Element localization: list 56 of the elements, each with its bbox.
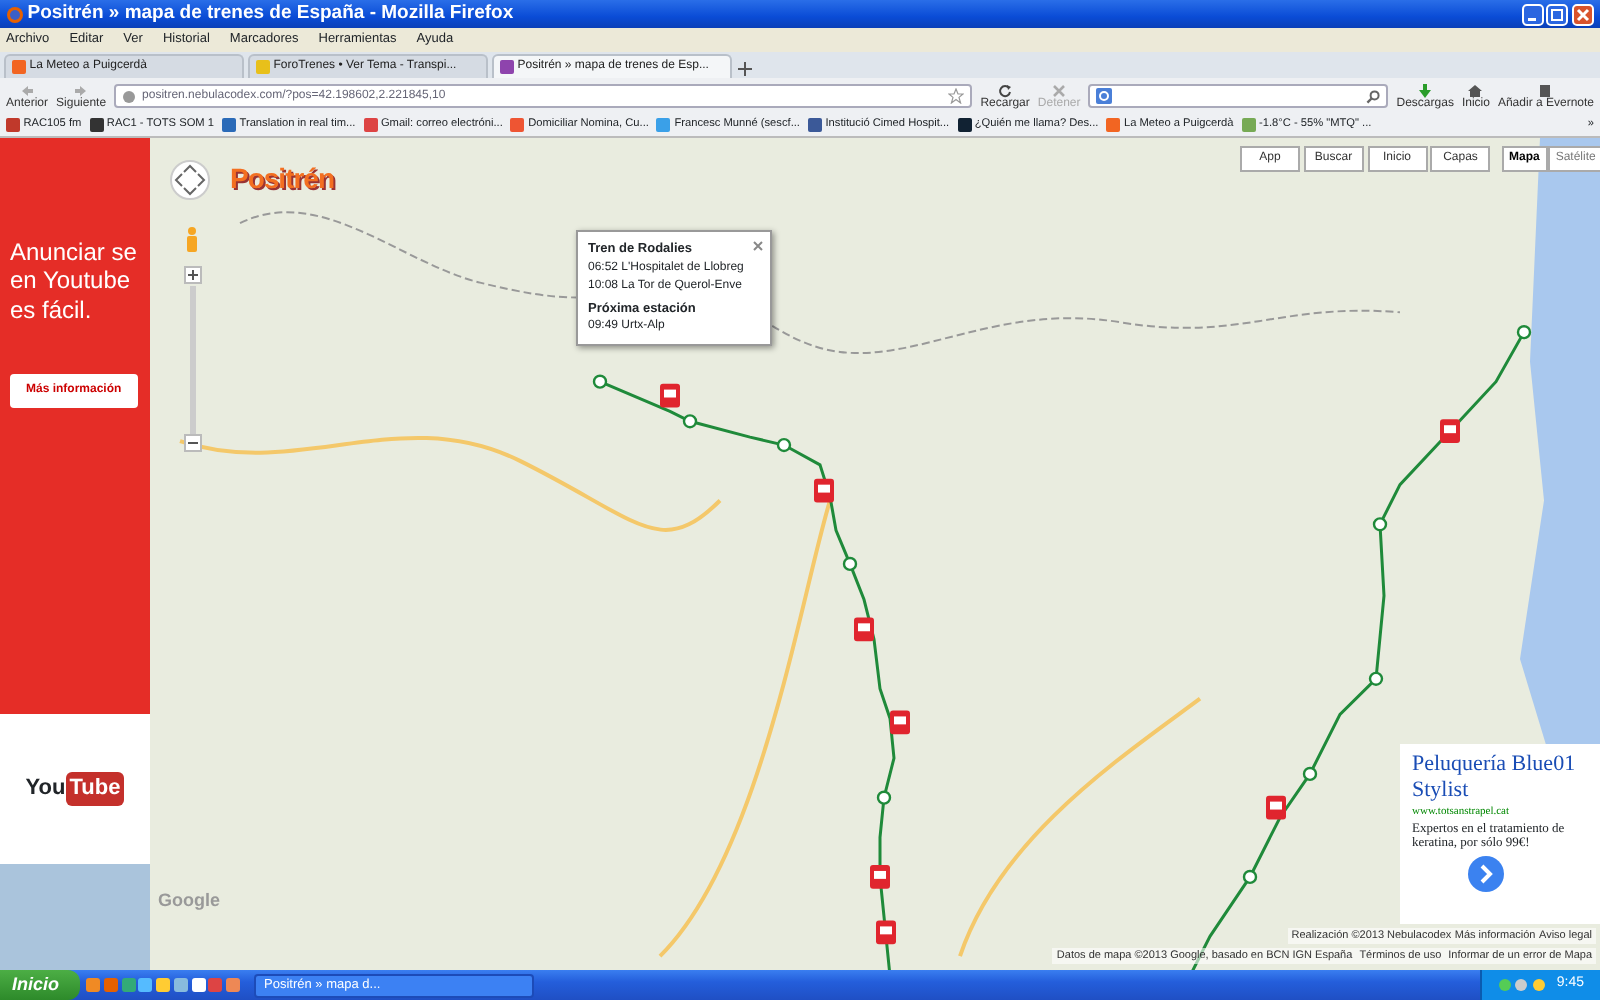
google-logo: Google (158, 887, 220, 914)
station-marker[interactable] (592, 374, 608, 389)
close-icon[interactable] (752, 240, 764, 252)
search-icon[interactable] (1366, 89, 1381, 103)
star-icon[interactable] (948, 88, 965, 104)
stop-icon (1052, 83, 1067, 97)
bookmark-favicon-icon (1241, 117, 1256, 132)
search-engine-icon[interactable] (1096, 88, 1113, 104)
station-marker[interactable] (1242, 869, 1258, 885)
firefox-icon (6, 5, 24, 23)
download-arrow-icon (1418, 83, 1433, 97)
ad-text: Anunciar se en Youtube es fácil. (10, 238, 139, 325)
zoom-out-icon[interactable] (184, 434, 202, 452)
window-title: Positrén » mapa de trenes de España - Mozilla Firefox (27, 0, 516, 28)
zoom-slider-track[interactable] (190, 286, 196, 434)
bookmark-favicon-icon (6, 117, 20, 132)
bookmark-favicon-icon (1106, 117, 1121, 132)
bookmark-favicon-icon (89, 117, 104, 132)
ad-title-link[interactable]: Peluquería Blue01 Stylist (1412, 752, 1588, 805)
reload-icon (998, 83, 1013, 97)
globe-icon (122, 89, 137, 103)
station-marker[interactable] (682, 414, 698, 429)
tab-favicon-icon (12, 60, 26, 74)
zoom-in-icon[interactable] (184, 266, 202, 284)
station-marker[interactable] (1302, 766, 1318, 782)
bookmark-favicon-icon (957, 117, 972, 132)
station-marker[interactable] (842, 556, 858, 572)
minimize-icon[interactable] (1521, 3, 1543, 25)
bookmark-favicon-icon (222, 117, 236, 132)
station-marker[interactable] (1516, 325, 1532, 340)
bookmark-favicon-icon (363, 117, 378, 132)
station-marker[interactable] (1372, 517, 1388, 532)
bookmark-favicon-icon (807, 117, 822, 132)
train-marker[interactable] (1440, 419, 1460, 444)
train-marker[interactable] (876, 920, 896, 945)
bookmark-favicon-icon (656, 117, 671, 132)
train-marker[interactable] (870, 865, 890, 889)
station-marker[interactable] (876, 790, 892, 805)
youtube-logo: You Tube (0, 714, 150, 864)
train-marker[interactable] (660, 383, 680, 408)
bookmark-favicon-icon (510, 117, 525, 132)
station-marker[interactable] (1368, 671, 1384, 686)
forward-arrow-icon (74, 83, 89, 97)
train-marker[interactable] (814, 478, 834, 503)
home-icon (1468, 83, 1483, 97)
pan-control-icon[interactable] (170, 160, 210, 200)
tab-favicon-icon (500, 60, 514, 74)
tab-favicon-icon (256, 60, 270, 74)
station-marker[interactable] (776, 437, 792, 453)
back-arrow-icon (20, 83, 34, 97)
new-tab-icon[interactable] (736, 60, 754, 78)
train-marker[interactable] (854, 617, 874, 642)
restore-icon[interactable] (1546, 3, 1569, 25)
train-marker[interactable] (1266, 795, 1286, 820)
search-field[interactable] (1088, 84, 1389, 108)
train-marker[interactable] (890, 710, 910, 735)
